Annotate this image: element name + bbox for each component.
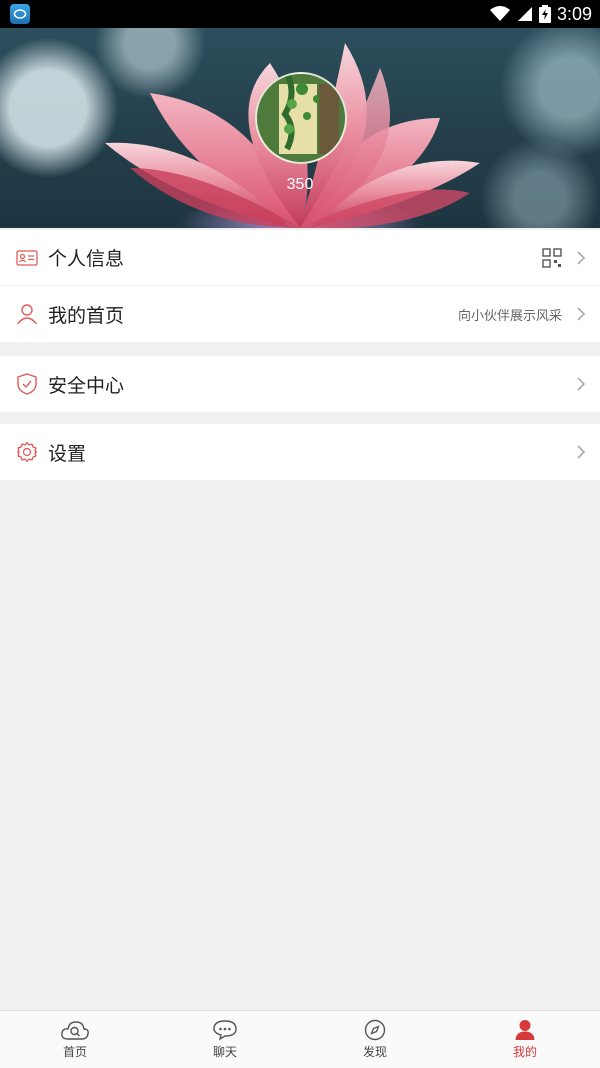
gear-icon <box>16 441 38 463</box>
chat-bubble-icon <box>213 1020 237 1041</box>
user-icon <box>16 303 38 325</box>
user-avatar[interactable] <box>255 72 347 164</box>
menu-label-profile-info: 个人信息 <box>48 248 125 270</box>
id-card-icon <box>16 247 38 269</box>
wifi-icon <box>489 6 510 21</box>
signal-icon <box>517 7 532 21</box>
shield-icon <box>16 373 38 395</box>
chevron-right-icon <box>577 445 586 459</box>
tab-home[interactable]: 首页 <box>0 1011 150 1068</box>
tab-label-home: 首页 <box>62 1045 87 1059</box>
menu-item-my-homepage[interactable]: 我的首页 向小伙伴展示风采 <box>0 286 600 342</box>
menu-label-my-homepage: 我的首页 <box>48 304 125 327</box>
app-notification-icon <box>10 4 30 24</box>
tab-chat[interactable]: 聊天 <box>150 1011 300 1068</box>
cloud-search-icon <box>61 1021 89 1040</box>
status-time: 3:09 <box>556 3 592 24</box>
menu-group-security: 安全中心 <box>0 356 600 412</box>
person-icon <box>515 1020 535 1040</box>
profile-header: 350 <box>0 28 600 228</box>
menu-group-settings: 设置 <box>0 424 600 480</box>
tab-discover[interactable]: 发现 <box>300 1011 450 1068</box>
tab-label-discover: 发现 <box>362 1045 387 1059</box>
qr-code-icon[interactable] <box>542 247 562 268</box>
compass-icon <box>364 1019 386 1041</box>
battery-icon <box>538 5 551 23</box>
menu-group-profile: 个人信息 我的首页 向小伙伴展示风采 <box>0 230 600 342</box>
menu-subtitle-my-homepage: 向小伙伴展示风采 <box>457 308 562 324</box>
menu-item-settings[interactable]: 设置 <box>0 424 600 480</box>
chevron-right-icon <box>577 250 586 265</box>
bottom-tab-bar: 首页 聊天 发现 我的 <box>0 1010 600 1068</box>
chevron-right-icon <box>577 377 586 391</box>
tab-label-me: 我的 <box>512 1045 537 1059</box>
tab-label-chat: 聊天 <box>212 1045 237 1059</box>
menu-item-security-center[interactable]: 安全中心 <box>0 356 600 412</box>
menu-label-settings: 设置 <box>48 442 87 465</box>
chevron-right-icon <box>577 307 586 321</box>
tab-me[interactable]: 我的 <box>450 1011 600 1068</box>
status-bar: 3:09 <box>0 0 600 28</box>
menu-item-profile-info[interactable]: 个人信息 <box>0 230 600 286</box>
user-score: 350 <box>286 176 314 193</box>
menu-label-security-center: 安全中心 <box>48 374 125 397</box>
avatar-image <box>257 74 345 162</box>
